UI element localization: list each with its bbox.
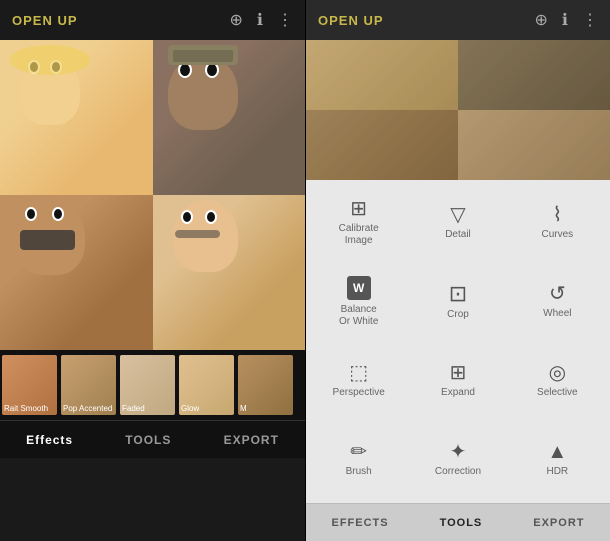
perspective-label: Perspective	[333, 387, 385, 399]
left-top-bar: OPEN UP ⊕ ℹ ⋮	[0, 0, 305, 40]
tool-correction[interactable]: ✦ Correction	[409, 422, 506, 499]
right-panel: OPEN UP ⊕ ℹ ⋮ ⊞ CalibrateImage ▽ Detail	[306, 0, 610, 541]
right-preview-image	[306, 40, 610, 180]
selective-label: Selective	[537, 387, 578, 399]
right-bottom-nav: EFFECTS TOOLS EXPORT	[306, 503, 610, 541]
left-bottom-nav: Effects TOOLS EXPORT	[0, 420, 305, 458]
tool-calibrate[interactable]: ⊞ CalibrateImage	[310, 184, 407, 261]
wb-label: BalanceOr White	[339, 304, 378, 328]
right-nav-export[interactable]: EXPORT	[525, 513, 592, 533]
calibrate-label: CalibrateImage	[339, 223, 379, 247]
right-info-icon[interactable]: ℹ	[562, 10, 568, 30]
tools-grid: ⊞ CalibrateImage ▽ Detail ⌇ Curves W Bal…	[306, 180, 610, 503]
expand-label: Expand	[441, 387, 475, 399]
tool-detail[interactable]: ▽ Detail	[409, 184, 506, 261]
thumb-glow[interactable]: Glow	[179, 355, 234, 415]
thumb-label-m: M	[240, 404, 247, 413]
wheel-label: Wheel	[543, 308, 571, 320]
left-nav-export[interactable]: EXPORT	[216, 429, 287, 451]
funko-top-left	[0, 40, 153, 195]
left-nav-effects[interactable]: Effects	[18, 429, 81, 451]
right-app-title: OPEN UP	[318, 13, 384, 28]
left-panel: OPEN UP ⊕ ℹ ⋮	[0, 0, 305, 541]
thumbnail-strip: Rait Smooth Pop Accented Faded Glow M	[0, 350, 305, 420]
perspective-icon: ⬚	[349, 363, 368, 383]
right-nav-effects[interactable]: EFFECTS	[323, 513, 396, 533]
more-icon[interactable]: ⋮	[277, 10, 293, 30]
tool-selective[interactable]: ◎ Selective	[509, 343, 606, 420]
detail-label: Detail	[445, 229, 471, 241]
curves-icon: ⌇	[552, 205, 562, 225]
tool-wheel[interactable]: ↺ Wheel	[509, 263, 606, 340]
thumb-label-faded: Faded	[122, 404, 145, 413]
thumb-label-glow: Glow	[181, 404, 199, 413]
crop-icon: ⊡	[449, 283, 467, 305]
selective-icon: ◎	[549, 363, 566, 383]
thumb-rait-smooth[interactable]: Rait Smooth	[2, 355, 57, 415]
tool-curves[interactable]: ⌇ Curves	[509, 184, 606, 261]
brush-icon: ✏	[350, 442, 367, 462]
wheel-icon: ↺	[549, 284, 566, 304]
tool-hdr[interactable]: ▲ HDR	[509, 422, 606, 499]
brush-label: Brush	[346, 466, 372, 478]
calibrate-icon: ⊞	[350, 199, 367, 219]
funko-bottom-left	[0, 195, 153, 350]
info-icon[interactable]: ℹ	[257, 10, 263, 30]
right-top-bar: OPEN UP ⊕ ℹ ⋮	[306, 0, 610, 40]
thumb-label-rait: Rait Smooth	[4, 404, 48, 413]
tool-perspective[interactable]: ⬚ Perspective	[310, 343, 407, 420]
tool-expand[interactable]: ⊞ Expand	[409, 343, 506, 420]
right-more-icon[interactable]: ⋮	[582, 10, 598, 30]
funko-top-right	[153, 40, 306, 195]
tool-white-balance[interactable]: W BalanceOr White	[310, 263, 407, 340]
correction-icon: ✦	[450, 442, 467, 462]
detail-icon: ▽	[450, 205, 465, 225]
hdr-label: HDR	[546, 466, 568, 478]
tool-crop[interactable]: ⊡ Crop	[409, 263, 506, 340]
left-top-icons: ⊕ ℹ ⋮	[230, 10, 293, 30]
thumb-label-pop: Pop Accented	[63, 404, 112, 413]
thumb-pop-accented[interactable]: Pop Accented	[61, 355, 116, 415]
right-layers-icon[interactable]: ⊕	[535, 10, 548, 30]
right-top-icons: ⊕ ℹ ⋮	[535, 10, 598, 30]
wb-icon: W	[347, 276, 371, 300]
right-preview-placeholder	[306, 40, 610, 180]
left-nav-tools[interactable]: TOOLS	[117, 429, 179, 451]
expand-icon: ⊞	[450, 363, 467, 383]
funko-grid	[0, 40, 305, 350]
main-image	[0, 40, 305, 350]
thumb-faded[interactable]: Faded	[120, 355, 175, 415]
crop-label: Crop	[447, 309, 469, 321]
curves-label: Curves	[541, 229, 573, 241]
thumb-m[interactable]: M	[238, 355, 293, 415]
tool-brush[interactable]: ✏ Brush	[310, 422, 407, 499]
funko-bottom-right	[153, 195, 306, 350]
right-nav-tools[interactable]: TOOLS	[432, 513, 491, 533]
correction-label: Correction	[435, 466, 481, 478]
hdr-icon: ▲	[547, 442, 567, 462]
layers-icon[interactable]: ⊕	[230, 10, 243, 30]
left-app-title: OPEN UP	[12, 13, 78, 28]
